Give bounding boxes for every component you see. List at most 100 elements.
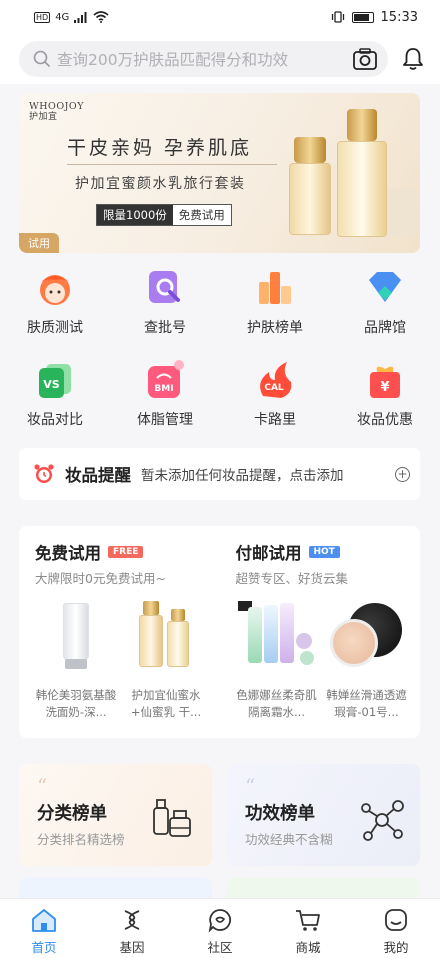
- ranking-bars-icon: [255, 268, 295, 308]
- tab-mall[interactable]: 商城: [264, 899, 352, 958]
- tab-label: 首页: [31, 940, 57, 955]
- camera-scan-icon[interactable]: [352, 47, 378, 71]
- trial-card: 免费试用 FREE 大牌限时0元免费试用~ 韩伦美羽氨基酸洗面奶-深... 护加…: [19, 526, 420, 738]
- dna-icon: [124, 910, 140, 930]
- banner-brand-logo: WHOOJOY 护加宜: [29, 101, 84, 123]
- tab-label: 我的: [383, 940, 409, 955]
- batch-search-icon: [145, 268, 185, 308]
- banner-title: 干皮亲妈 孕养肌底: [67, 137, 253, 159]
- bottles-icon: [153, 799, 191, 837]
- cart-icon: [296, 910, 320, 931]
- banner-subtitle: 护加宜蜜颜水乳旅行套装: [75, 176, 246, 192]
- free-trial-product[interactable]: 韩伦美羽氨基酸洗面奶-深...: [35, 597, 117, 721]
- status-right: 15:33: [331, 10, 418, 25]
- community-icon: [208, 909, 232, 933]
- bmi-scale-icon: BMI: [145, 360, 185, 400]
- product-name: 护加宜仙蜜水+仙蜜乳 干...: [130, 688, 202, 719]
- compare-vs-icon: VS: [35, 360, 75, 400]
- banner-brand-en: WHOOJOY: [29, 101, 84, 112]
- bottom-tab-bar: 首页 基因 社区 商城 我的: [0, 898, 440, 958]
- next-card-peek-right: [227, 878, 420, 898]
- gift-coupon-icon: ¥: [365, 360, 405, 400]
- quick-item-batch-search[interactable]: 查批号: [110, 268, 220, 338]
- tab-gene[interactable]: 基因: [88, 899, 176, 958]
- wifi-icon: [93, 11, 109, 23]
- search-row: 查询200万护肤品匹配得分和功效: [0, 34, 440, 84]
- reminder-text: 暂未添加任何妆品提醒，点击添加: [141, 468, 344, 484]
- tab-home[interactable]: 首页: [0, 899, 88, 958]
- product-name: 韩婵丝滑通透遮瑕膏-01号...: [326, 688, 407, 719]
- alarm-clock-icon: [34, 464, 54, 483]
- tab-community[interactable]: 社区: [176, 899, 264, 958]
- quick-item-label: 查批号: [144, 320, 186, 336]
- serum-bottles-image: [125, 597, 207, 679]
- primer-tubes-image: [236, 597, 318, 679]
- quick-icons-grid: 肤质测试 查批号 护肤榜单 品牌馆 VS 妆品对比 BMI 体脂管理 CAL 卡…: [0, 268, 440, 430]
- status-time: 15:33: [380, 9, 418, 25]
- quick-item-label: 卡路里: [254, 412, 296, 428]
- paid-trial-title: 付邮试用: [235, 544, 302, 563]
- banner-trial-tag: 试用: [19, 233, 59, 253]
- quick-item-deals[interactable]: ¥ 妆品优惠: [330, 360, 440, 430]
- quote-mark-icon: “: [37, 774, 48, 798]
- tab-label: 商城: [295, 940, 321, 955]
- calorie-flame-icon: CAL: [255, 360, 295, 400]
- banner-bottle-deco: [387, 189, 417, 237]
- signal-icon: [74, 11, 87, 23]
- bell-icon[interactable]: [402, 47, 424, 71]
- quick-item-skin-test[interactable]: 肤质测试: [0, 268, 110, 338]
- product-name: 色娜娜丝柔奇肌隔离霜水...: [236, 688, 317, 719]
- free-trial-section[interactable]: 免费试用 FREE 大牌限时0元免费试用~ 韩伦美羽氨基酸洗面奶-深... 护加…: [19, 526, 220, 738]
- profile-icon: [385, 909, 407, 931]
- reminder-title: 妆品提醒: [65, 466, 131, 485]
- hd-icon: HD: [34, 11, 51, 23]
- add-reminder-icon[interactable]: +: [395, 466, 410, 482]
- quick-item-ranking[interactable]: 护肤榜单: [220, 268, 330, 338]
- paid-trial-product[interactable]: 色娜娜丝柔奇肌隔离霜水...: [236, 597, 318, 721]
- cosmetic-reminder-bar[interactable]: 妆品提醒 暂未添加任何妆品提醒，点击添加 +: [19, 448, 420, 500]
- promo-banner[interactable]: WHOOJOY 护加宜 干皮亲妈 孕养肌底 护加宜蜜颜水乳旅行套装 限量1000…: [19, 93, 420, 253]
- cal-icon-text: CAL: [264, 383, 284, 393]
- free-trial-product[interactable]: 护加宜仙蜜水+仙蜜乳 干...: [125, 597, 207, 721]
- molecule-icon: [361, 800, 404, 841]
- face-test-icon: [35, 268, 75, 308]
- banner-divider: [67, 164, 277, 165]
- bmi-icon-text: BMI: [154, 384, 173, 394]
- tab-profile[interactable]: 我的: [352, 899, 440, 958]
- battery-icon: [351, 11, 374, 23]
- brand-diamond-icon: [365, 268, 405, 308]
- paid-trial-section[interactable]: 付邮试用 HOT 超赞专区、好货云集 色娜娜丝柔奇肌隔离霜水... 韩婵丝滑通透…: [220, 526, 421, 738]
- quick-item-body-fat[interactable]: BMI 体脂管理: [110, 360, 220, 430]
- quick-item-label: 体脂管理: [137, 412, 193, 428]
- quick-item-label: 护肤榜单: [247, 320, 303, 336]
- next-card-peek-left: [19, 878, 212, 898]
- quick-item-calories[interactable]: CAL 卡路里: [220, 360, 330, 430]
- efficacy-ranking-card[interactable]: “ 功效榜单 功效经典不含糊: [227, 764, 420, 866]
- banner-brand-cn: 护加宜: [29, 112, 58, 122]
- status-left: HD 4G: [34, 11, 109, 23]
- banner-limit-label: 限量1000份: [97, 205, 173, 225]
- banner-cta-label: 免费试用: [172, 205, 231, 225]
- vibrate-icon: [331, 11, 344, 23]
- paid-trial-product[interactable]: 韩婵丝滑通透遮瑕膏-01号...: [326, 597, 408, 721]
- search-icon: [33, 50, 51, 68]
- quick-item-brand-hall[interactable]: 品牌馆: [330, 268, 440, 338]
- hot-badge: HOT: [308, 546, 340, 558]
- free-trial-subtitle: 大牌限时0元免费试用~: [35, 571, 166, 586]
- svg-text:VS: VS: [43, 378, 60, 391]
- svg-text:¥: ¥: [380, 380, 389, 395]
- quick-item-label: 肤质测试: [27, 320, 83, 336]
- quick-item-label: 品牌馆: [364, 320, 406, 336]
- search-placeholder: 查询200万护肤品匹配得分和功效: [57, 51, 289, 69]
- product-name: 韩伦美羽氨基酸洗面奶-深...: [35, 688, 117, 719]
- quick-item-compare[interactable]: VS 妆品对比: [0, 360, 110, 430]
- tab-label: 基因: [119, 940, 145, 955]
- category-ranking-card[interactable]: “ 分类榜单 分类排名精选榜: [19, 764, 212, 866]
- paid-trial-subtitle: 超赞专区、好货云集: [235, 571, 349, 586]
- free-trial-title: 免费试用: [35, 544, 101, 563]
- banner-cta[interactable]: 限量1000份 免费试用: [96, 204, 232, 226]
- free-badge: FREE: [108, 546, 144, 558]
- search-input[interactable]: 查询200万护肤品匹配得分和功效: [19, 41, 388, 77]
- quick-item-label: 妆品优惠: [357, 412, 413, 428]
- quick-item-label: 妆品对比: [27, 412, 83, 428]
